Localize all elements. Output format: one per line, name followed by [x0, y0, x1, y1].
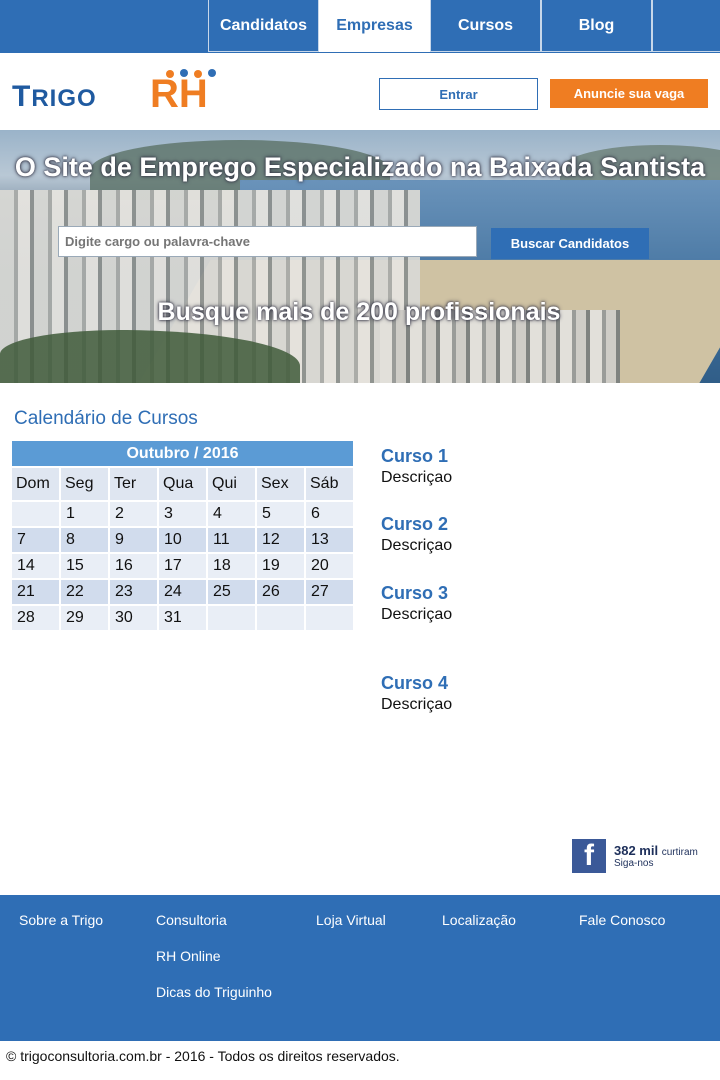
logo-text-rh: RH: [150, 72, 208, 116]
hero-title: O Site de Emprego Especializado na Baixa…: [14, 152, 706, 182]
weekday-header: Ter: [110, 468, 157, 500]
course-item[interactable]: Curso 1 Descriçao: [381, 446, 581, 487]
footer: Sobre a Trigo Consultoria RH Online Dica…: [0, 895, 720, 1041]
weekday-header: Qui: [208, 468, 255, 500]
weekday-header: Seg: [61, 468, 108, 500]
footer-link-localizacao[interactable]: Localização: [442, 912, 516, 928]
facebook-count-suffix: curtiram: [661, 847, 698, 858]
course-calendar: Outubro / 2016 Dom Seg Ter Qua Qui Sex S…: [12, 441, 353, 630]
facebook-likes: 382 mil curtiram: [614, 843, 698, 858]
copyright: © trigoconsultoria.com.br - 2016 - Todos…: [6, 1048, 400, 1064]
calendar-day[interactable]: 6: [306, 502, 353, 526]
search-input[interactable]: [58, 226, 477, 257]
calendar-day[interactable]: 3: [159, 502, 206, 526]
calendar-day[interactable]: 2: [110, 502, 157, 526]
buscar-candidatos-button[interactable]: Buscar Candidatos: [491, 228, 649, 259]
calendar-section-title: Calendário de Cursos: [14, 408, 198, 429]
facebook-count: 382 mil: [614, 843, 659, 858]
calendar-day[interactable]: 21: [12, 580, 59, 604]
calendar-day[interactable]: 20: [306, 554, 353, 578]
calendar-grid: Dom Seg Ter Qua Qui Sex Sáb 1 2 3 4 5 6 …: [12, 468, 353, 630]
calendar-day[interactable]: 1: [61, 502, 108, 526]
calendar-day[interactable]: 23: [110, 580, 157, 604]
calendar-day[interactable]: 4: [208, 502, 255, 526]
footer-link-loja[interactable]: Loja Virtual: [316, 912, 386, 928]
calendar-day[interactable]: 29: [61, 606, 108, 630]
course-description: Descriçao: [381, 696, 453, 713]
course-title[interactable]: Curso 1: [381, 446, 581, 467]
calendar-day[interactable]: 5: [257, 502, 304, 526]
calendar-day: [306, 606, 353, 630]
calendar-day[interactable]: 17: [159, 554, 206, 578]
hero-banner: O Site de Emprego Especializado na Baixa…: [0, 130, 720, 383]
course-item[interactable]: Curso 3 Descriçao: [381, 583, 581, 624]
course-title[interactable]: Curso 4: [381, 673, 581, 694]
footer-link-fale-conosco[interactable]: Fale Conosco: [579, 912, 665, 928]
calendar-day[interactable]: 10: [159, 528, 206, 552]
tab-blog[interactable]: Blog: [541, 0, 652, 52]
calendar-day[interactable]: 11: [208, 528, 255, 552]
calendar-day[interactable]: 7: [12, 528, 59, 552]
course-title[interactable]: Curso 2: [381, 514, 581, 535]
course-description: Descriçao: [381, 469, 453, 486]
calendar-day[interactable]: 14: [12, 554, 59, 578]
tab-empresas[interactable]: Empresas: [319, 0, 430, 52]
top-navbar: Candidatos Empresas Cursos Blog: [0, 0, 720, 53]
facebook-widget[interactable]: f 382 mil curtiram Siga-nos: [572, 839, 712, 873]
calendar-day[interactable]: 9: [110, 528, 157, 552]
course-description: Descriçao: [381, 537, 453, 554]
calendar-day[interactable]: 25: [208, 580, 255, 604]
calendar-day[interactable]: 18: [208, 554, 255, 578]
footer-link-rh-online[interactable]: RH Online: [156, 948, 221, 964]
calendar-day: [208, 606, 255, 630]
calendar-day[interactable]: 22: [61, 580, 108, 604]
facebook-icon[interactable]: f: [572, 839, 606, 873]
footer-link-consultoria[interactable]: Consultoria: [156, 912, 227, 928]
course-item[interactable]: Curso 2 Descriçao: [381, 514, 581, 555]
course-description: Descriçao: [381, 606, 453, 623]
hero-subtitle: Busque mais de 200 profissionais: [157, 298, 561, 326]
nav-tabs: Candidatos Empresas Cursos Blog: [208, 0, 720, 53]
calendar-day[interactable]: 13: [306, 528, 353, 552]
entrar-button[interactable]: Entrar: [379, 78, 538, 110]
anuncie-vaga-button[interactable]: Anuncie sua vaga: [550, 79, 708, 108]
calendar-day[interactable]: 24: [159, 580, 206, 604]
calendar-day[interactable]: 27: [306, 580, 353, 604]
trigorh-logo[interactable]: TRIGO RH: [12, 68, 222, 120]
facebook-follow[interactable]: Siga-nos: [614, 858, 653, 869]
calendar-day[interactable]: [12, 502, 59, 526]
calendar-day[interactable]: 31: [159, 606, 206, 630]
calendar-day[interactable]: 16: [110, 554, 157, 578]
logo-text-trigo: TRIGO: [12, 80, 97, 113]
calendar-day[interactable]: 12: [257, 528, 304, 552]
course-item[interactable]: Curso 4 Descriçao: [381, 673, 581, 714]
footer-link-dicas[interactable]: Dicas do Triguinho: [156, 984, 272, 1000]
calendar-month: Outubro / 2016: [12, 441, 353, 466]
tab-cursos[interactable]: Cursos: [430, 0, 541, 52]
calendar-day[interactable]: 30: [110, 606, 157, 630]
weekday-header: Dom: [12, 468, 59, 500]
footer-link-sobre[interactable]: Sobre a Trigo: [19, 912, 103, 928]
calendar-day[interactable]: 28: [12, 606, 59, 630]
nav-tab-empty: [652, 0, 720, 52]
calendar-day: [257, 606, 304, 630]
course-title[interactable]: Curso 3: [381, 583, 581, 604]
calendar-day[interactable]: 19: [257, 554, 304, 578]
weekday-header: Qua: [159, 468, 206, 500]
weekday-header: Sáb: [306, 468, 353, 500]
calendar-day[interactable]: 8: [61, 528, 108, 552]
weekday-header: Sex: [257, 468, 304, 500]
calendar-day[interactable]: 15: [61, 554, 108, 578]
tab-candidatos[interactable]: Candidatos: [208, 0, 319, 52]
calendar-day[interactable]: 26: [257, 580, 304, 604]
